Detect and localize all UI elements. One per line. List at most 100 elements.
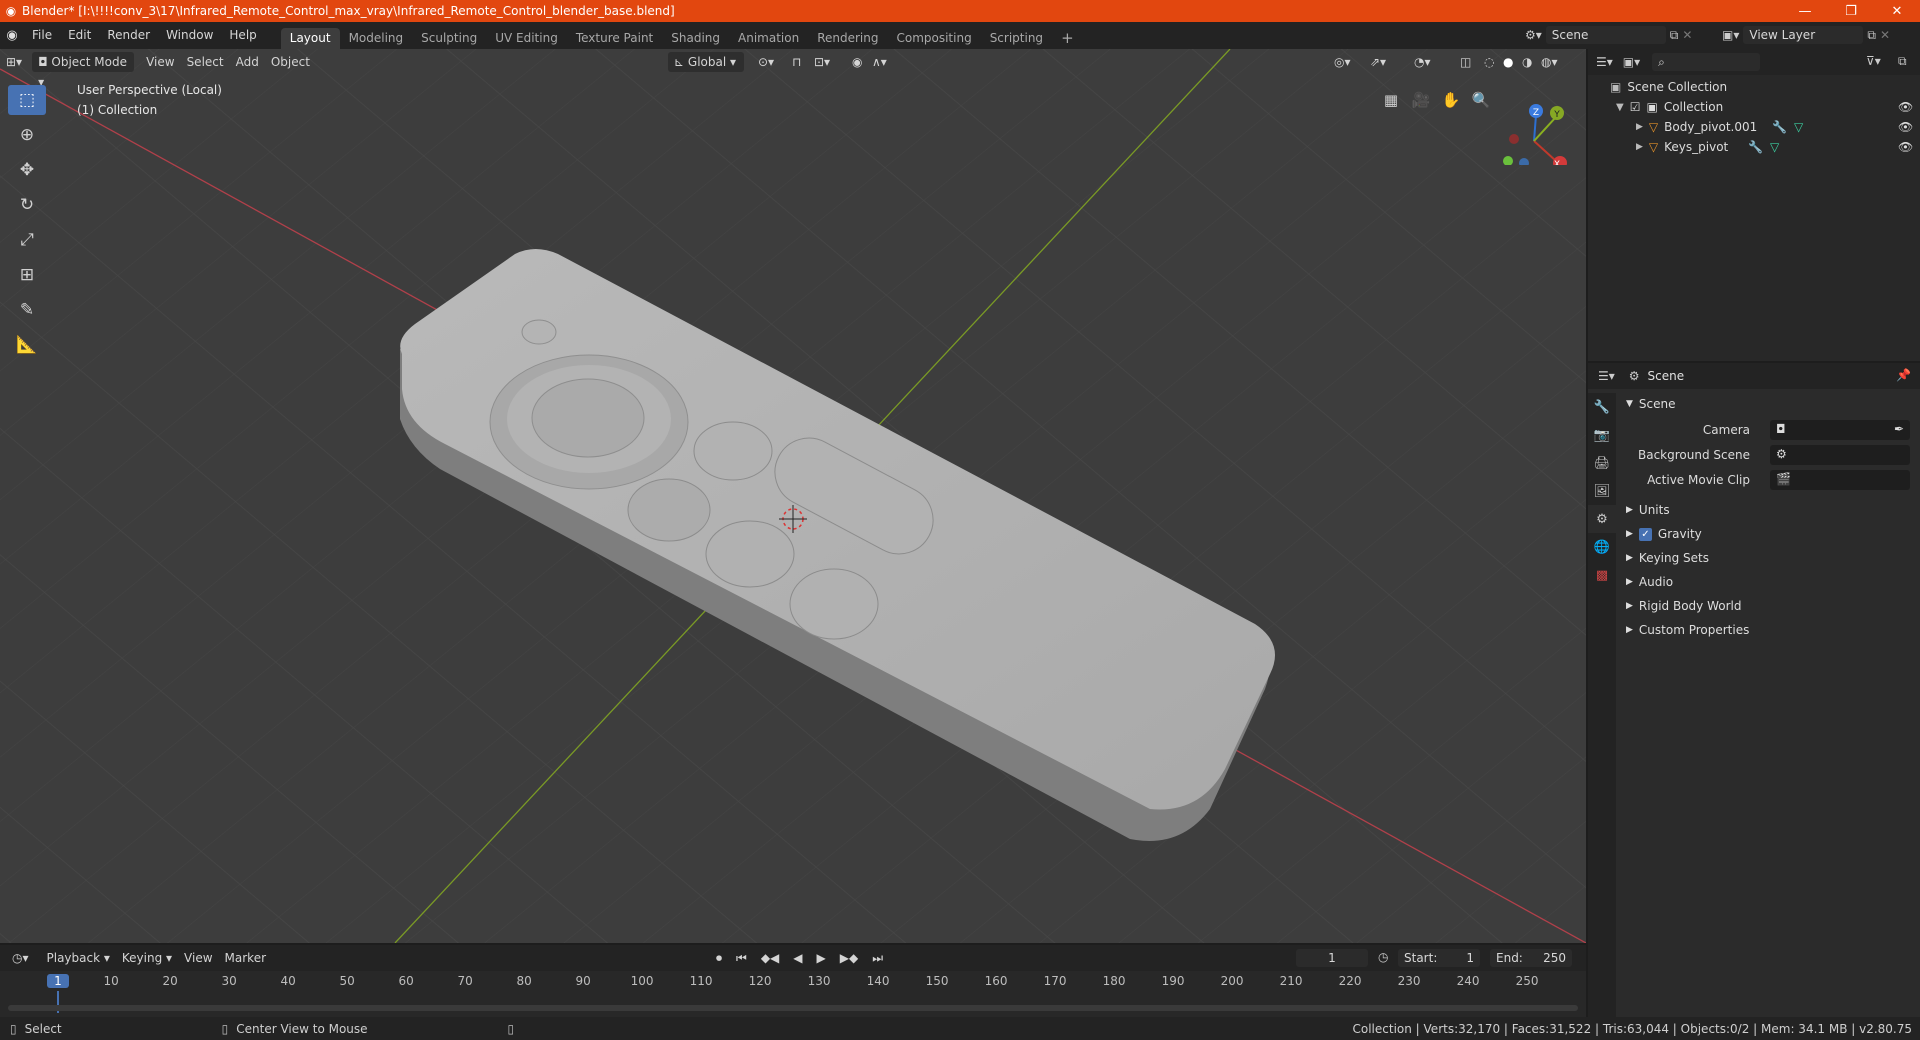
end-frame-field[interactable]: End: 250 (1490, 949, 1572, 967)
add-workspace-button[interactable]: + (1052, 28, 1083, 49)
outliner-scene-collection[interactable]: ▣ Scene Collection (1588, 77, 1920, 97)
view-layer-selector[interactable]: View Layer (1743, 26, 1864, 44)
editor-type-icon[interactable]: ⊞▾ (0, 52, 28, 72)
eye-icon[interactable]: 👁 (1898, 100, 1913, 114)
gravity-panel-header[interactable]: ▶ ✓ Gravity (1626, 524, 1702, 544)
tab-sculpting[interactable]: Sculpting (412, 28, 486, 49)
tab-scripting[interactable]: Scripting (981, 28, 1052, 49)
background-scene-field[interactable]: ⚙ (1770, 445, 1910, 465)
tool-props-tab-icon[interactable]: 🔧 (1588, 393, 1616, 421)
xray-icon[interactable]: ◫ (1454, 52, 1477, 72)
rigid-body-world-panel-header[interactable]: ▶ Rigid Body World (1626, 596, 1741, 616)
scene-props-tab-icon[interactable]: ⚙ (1588, 505, 1616, 533)
rotate-tool-icon[interactable]: ↻ (8, 190, 46, 220)
outliner-item-body-pivot[interactable]: ▶ ▽ Body_pivot.001 🔧 ▽ 👁 (1588, 117, 1920, 137)
tab-animation[interactable]: Animation (729, 28, 808, 49)
filter-icon[interactable]: ⊽▾ (1866, 54, 1881, 68)
tab-uv-editing[interactable]: UV Editing (486, 28, 567, 49)
menu-window[interactable]: Window (158, 22, 221, 49)
grid-view-icon[interactable]: ▦ (1378, 87, 1404, 113)
render-props-tab-icon[interactable]: 📷 (1588, 421, 1616, 449)
tab-texture-paint[interactable]: Texture Paint (567, 28, 662, 49)
menu-object[interactable]: Object (265, 52, 316, 72)
overlays-icon[interactable]: ◔▾ (1408, 52, 1437, 72)
outliner-editor-type-icon[interactable]: ☰▾ (1596, 55, 1613, 69)
start-frame-field[interactable]: Start: 1 (1398, 949, 1480, 967)
menu-view[interactable]: View (140, 52, 180, 72)
select-box-icon[interactable]: ⬚ (8, 85, 46, 115)
new-collection-icon[interactable]: ⧉ (1898, 54, 1907, 69)
view-layer-icon[interactable]: ▣▾ (1722, 28, 1739, 42)
audio-panel-header[interactable]: ▶ Audio (1626, 572, 1673, 592)
tab-compositing[interactable]: Compositing (887, 28, 980, 49)
gizmo-toggle-icon[interactable]: ⇗▾ (1364, 52, 1392, 72)
world-props-tab-icon[interactable]: 🌐 (1588, 533, 1616, 561)
display-mode-icon[interactable]: ▣▾ (1623, 55, 1640, 69)
close-button[interactable]: ✕ (1874, 0, 1920, 22)
visibility-icon[interactable]: ◎▾ (1328, 52, 1357, 72)
tab-modeling[interactable]: Modeling (340, 28, 413, 49)
tab-shading[interactable]: Shading (662, 28, 729, 49)
gravity-checkbox[interactable]: ✓ (1638, 527, 1652, 541)
record-icon[interactable]: ⏺ (710, 948, 728, 968)
modifier-wrench-icon[interactable]: 🔧 (1772, 120, 1787, 134)
menu-select[interactable]: Select (181, 52, 230, 72)
scene-panel-header[interactable]: ▼ Scene (1626, 394, 1676, 414)
timeline-editor-type-icon[interactable]: ◷▾ (6, 948, 35, 968)
proportional-falloff-icon[interactable]: ∧▾ (866, 52, 893, 72)
snap-icon[interactable]: ⊓ (786, 52, 807, 72)
outliner-item-keys-pivot[interactable]: ▶ ▽ Keys_pivot 🔧 ▽ 👁 (1588, 137, 1920, 157)
zoom-icon[interactable]: 🔍 (1468, 87, 1494, 113)
mesh-data-icon[interactable]: ▽ (1770, 140, 1779, 154)
mesh-data-icon[interactable]: ▽ (1794, 120, 1803, 134)
new-view-layer-icon[interactable]: ⧉ (1867, 28, 1876, 43)
pan-hand-icon[interactable]: ✋ (1438, 87, 1464, 113)
modifier-wrench-icon[interactable]: 🔧 (1748, 140, 1763, 154)
transform-orientation-dropdown[interactable]: ⊾ Global ▾ (668, 52, 744, 72)
menu-file[interactable]: File (24, 22, 60, 49)
menu-help[interactable]: Help (221, 22, 264, 49)
menu-marker[interactable]: Marker (219, 948, 272, 968)
jump-end-icon[interactable]: ⏭ (866, 948, 889, 968)
orientation-gizmo[interactable]: X Z Y (1500, 93, 1572, 165)
camera-field[interactable]: ◘ ✒ (1770, 420, 1910, 440)
menu-render[interactable]: Render (99, 22, 158, 49)
menu-edit[interactable]: Edit (60, 22, 99, 49)
measure-tool-icon[interactable]: 📐 (8, 330, 46, 360)
snap-target-icon[interactable]: ⊡▾ (808, 52, 836, 72)
pin-icon[interactable]: 📌 (1896, 368, 1911, 382)
annotate-tool-icon[interactable]: ✎ (8, 295, 46, 325)
cursor-tool-icon[interactable]: ⊕ (8, 120, 46, 150)
custom-properties-panel-header[interactable]: ▶ Custom Properties (1626, 620, 1749, 640)
menu-add[interactable]: Add (230, 52, 265, 72)
output-props-tab-icon[interactable]: 🖨 (1588, 449, 1616, 477)
properties-editor-type-icon[interactable]: ☰▾ (1598, 369, 1615, 383)
texture-props-tab-icon[interactable]: ▩ (1588, 561, 1616, 589)
menu-playback[interactable]: Playback ▾ (41, 948, 116, 968)
timeline-scrollbar[interactable] (8, 1005, 1578, 1011)
expand-arrow-icon[interactable]: ▼ (1616, 102, 1624, 113)
minimize-button[interactable]: — (1782, 0, 1828, 22)
outliner-search-input[interactable]: ⌕ (1652, 53, 1761, 71)
active-movie-clip-field[interactable]: 🎬 (1770, 470, 1910, 490)
mode-selector[interactable]: ◘ Object Mode ▾ (32, 52, 135, 89)
move-tool-icon[interactable]: ✥ (8, 155, 46, 185)
camera-view-icon[interactable]: 🎥 (1408, 87, 1434, 113)
scene-icon[interactable]: ⚙▾ (1525, 28, 1542, 42)
expand-arrow-icon[interactable]: ▶ (1636, 122, 1643, 132)
frame-ruler[interactable]: 1 10 20 30 40 50 60 70 80 90 100 110 120 130 140 150 160… (0, 971, 1586, 1013)
keying-sets-panel-header[interactable]: ▶ Keying Sets (1626, 548, 1709, 568)
blender-menu-icon[interactable]: ◉ (0, 22, 24, 49)
prev-keyframe-icon[interactable]: ◆◀ (755, 948, 785, 968)
eye-icon[interactable]: 👁 (1898, 120, 1913, 134)
play-icon[interactable]: ▶ (811, 948, 832, 968)
clock-icon[interactable]: ◷ (1378, 950, 1388, 964)
menu-keying[interactable]: Keying ▾ (116, 948, 178, 968)
next-keyframe-icon[interactable]: ▶◆ (834, 948, 864, 968)
units-panel-header[interactable]: ▶ Units (1626, 500, 1670, 520)
collection-checkbox-icon[interactable]: ☑ (1630, 100, 1641, 114)
delete-view-layer-icon[interactable]: ✕ (1880, 28, 1890, 42)
scale-tool-icon[interactable]: ⤢ (8, 225, 46, 255)
expand-arrow-icon[interactable]: ▶ (1636, 142, 1643, 152)
tab-rendering[interactable]: Rendering (808, 28, 887, 49)
